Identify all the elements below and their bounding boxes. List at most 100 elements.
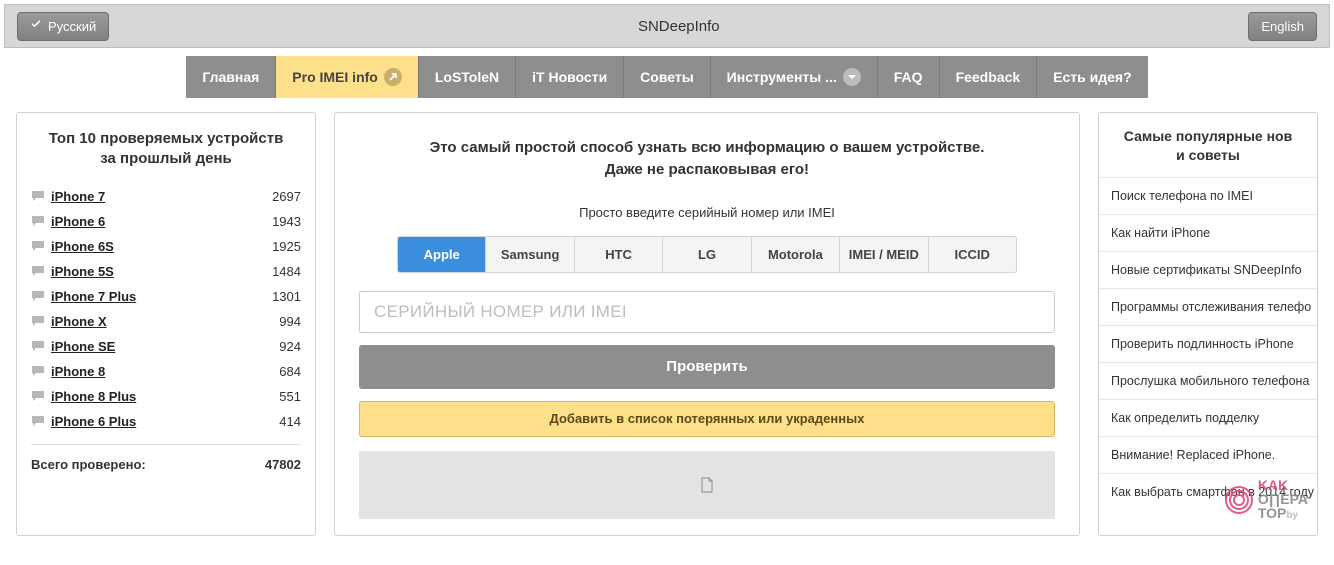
device-row: iPhone 6 1943 — [31, 209, 301, 234]
device-row: iPhone 7 Plus 1301 — [31, 284, 301, 309]
brand-tab[interactable]: HTC — [575, 237, 663, 272]
popular-item[interactable]: Прослушка мобильного телефона — [1099, 362, 1317, 399]
device-count: 924 — [279, 339, 301, 354]
topbar: Русский SNDeepInfo English — [4, 4, 1330, 48]
main-panel: Это самый простой способ узнать всю инфо… — [334, 112, 1080, 536]
lang-en-button[interactable]: English — [1248, 12, 1317, 41]
nav-tab[interactable]: FAQ — [878, 56, 940, 98]
device-row: iPhone X 994 — [31, 309, 301, 334]
device-count: 551 — [279, 389, 301, 404]
device-link[interactable]: iPhone SE — [31, 339, 115, 354]
popular-item[interactable]: Как определить подделку — [1099, 399, 1317, 436]
brand-tab[interactable]: Samsung — [486, 237, 574, 272]
brand-tab[interactable]: LG — [663, 237, 751, 272]
device-name: iPhone 8 — [51, 364, 105, 379]
device-count: 684 — [279, 364, 301, 379]
nav-tab[interactable]: Инструменты ... — [711, 56, 878, 98]
nav-tab[interactable]: Pro IMEI info — [276, 56, 419, 98]
device-name: iPhone 6 — [51, 214, 105, 229]
chevron-down-icon — [843, 68, 861, 86]
popular-item[interactable]: Программы отслеживания телефо — [1099, 288, 1317, 325]
external-link-icon — [384, 68, 402, 86]
device-row: iPhone 8 684 — [31, 359, 301, 384]
device-name: iPhone 7 — [51, 189, 105, 204]
device-count: 1943 — [272, 214, 301, 229]
device-count: 414 — [279, 414, 301, 429]
popular-title: Самые популярные нов и советы — [1099, 127, 1317, 177]
ad-placeholder — [359, 451, 1055, 519]
device-link[interactable]: iPhone 5S — [31, 264, 114, 279]
popular-panel: Самые популярные нов и советы Поиск теле… — [1098, 112, 1318, 536]
device-name: iPhone 7 Plus — [51, 289, 136, 304]
device-link[interactable]: iPhone X — [31, 314, 107, 329]
device-row: iPhone 6 Plus 414 — [31, 409, 301, 434]
nav-tab-label: FAQ — [894, 69, 923, 85]
device-link[interactable]: iPhone 6 Plus — [31, 414, 136, 429]
nav-tab-label: Советы — [640, 69, 694, 85]
nav-tab[interactable]: Есть идея? — [1037, 56, 1147, 98]
device-link[interactable]: iPhone 6 — [31, 214, 105, 229]
device-link[interactable]: iPhone 8 Plus — [31, 389, 136, 404]
device-link[interactable]: iPhone 7 Plus — [31, 289, 136, 304]
brand-tab[interactable]: Motorola — [752, 237, 840, 272]
nav-tab-label: Feedback — [956, 69, 1021, 85]
check-button[interactable]: Проверить — [359, 345, 1055, 389]
check-icon — [30, 19, 42, 34]
comment-icon — [31, 315, 45, 327]
lang-ru-label: Русский — [48, 19, 96, 34]
sub-headline: Просто введите серийный номер или IMEI — [359, 205, 1055, 220]
popular-item[interactable]: Поиск телефона по IMEI — [1099, 177, 1317, 214]
device-link[interactable]: iPhone 8 — [31, 364, 105, 379]
device-list: iPhone 72697 iPhone 6 1943 iPhone 6S 1925 iPh… — [31, 184, 301, 434]
brand-tab[interactable]: ICCID — [929, 237, 1016, 272]
comment-icon — [31, 340, 45, 352]
popular-item[interactable]: Как найти iPhone — [1099, 214, 1317, 251]
comment-icon — [31, 390, 45, 402]
nav-tab[interactable]: Советы — [624, 56, 711, 98]
total-label: Всего проверено: — [31, 457, 146, 472]
comment-icon — [31, 240, 45, 252]
nav-tab[interactable]: LoSToleN — [419, 56, 516, 98]
comment-icon — [31, 365, 45, 377]
nav-tab-label: Pro IMEI info — [292, 69, 378, 85]
nav-tab[interactable]: Feedback — [940, 56, 1038, 98]
comment-icon — [31, 265, 45, 277]
popular-item[interactable]: Внимание! Replaced iPhone. — [1099, 436, 1317, 473]
device-name: iPhone 8 Plus — [51, 389, 136, 404]
device-count: 1925 — [272, 239, 301, 254]
nav-tab[interactable]: Главная — [186, 56, 276, 98]
brand-tabs: AppleSamsungHTCLGMotorolaIMEI / MEIDICCI… — [397, 236, 1017, 273]
device-name: iPhone 6S — [51, 239, 114, 254]
comment-icon — [31, 290, 45, 302]
brand-tab[interactable]: Apple — [398, 237, 486, 272]
serial-input[interactable] — [359, 291, 1055, 333]
device-link[interactable]: iPhone 7 — [31, 189, 105, 204]
device-row: iPhone 5S1484 — [31, 259, 301, 284]
top-devices-panel: Топ 10 проверяемых устройств за прошлый … — [16, 112, 316, 536]
nav-tab[interactable]: iT Новости — [516, 56, 624, 98]
device-link[interactable]: iPhone 6S — [31, 239, 114, 254]
popular-item[interactable]: Новые сертификаты SNDeepInfo — [1099, 251, 1317, 288]
add-lost-button[interactable]: Добавить в список потерянных или украден… — [359, 401, 1055, 437]
device-row: iPhone 8 Plus 551 — [31, 384, 301, 409]
device-name: iPhone SE — [51, 339, 115, 354]
popular-item[interactable]: Проверить подлинность iPhone — [1099, 325, 1317, 362]
headline: Это самый простой способ узнать всю инфо… — [359, 137, 1055, 181]
device-row: iPhone SE 924 — [31, 334, 301, 359]
device-name: iPhone X — [51, 314, 107, 329]
top-devices-title: Топ 10 проверяемых устройств за прошлый … — [31, 129, 301, 170]
document-icon — [700, 477, 714, 493]
popular-item[interactable]: Как выбрать смартфон в 2014 году — [1099, 473, 1317, 510]
site-title: SNDeepInfo — [638, 18, 720, 35]
device-count: 994 — [279, 314, 301, 329]
device-row: iPhone 72697 — [31, 184, 301, 209]
popular-list: Поиск телефона по IMEIКак найти iPhoneНо… — [1099, 177, 1317, 510]
total-row: Всего проверено: 47802 — [31, 444, 301, 472]
lang-ru-button[interactable]: Русский — [17, 12, 109, 41]
lang-en-label: English — [1261, 19, 1304, 34]
nav-tab-label: LoSToleN — [435, 69, 499, 85]
nav-tab-label: Есть идея? — [1053, 69, 1131, 85]
brand-tab[interactable]: IMEI / MEID — [840, 237, 928, 272]
nav-tab-label: Инструменты ... — [727, 69, 837, 85]
device-count: 1301 — [272, 289, 301, 304]
